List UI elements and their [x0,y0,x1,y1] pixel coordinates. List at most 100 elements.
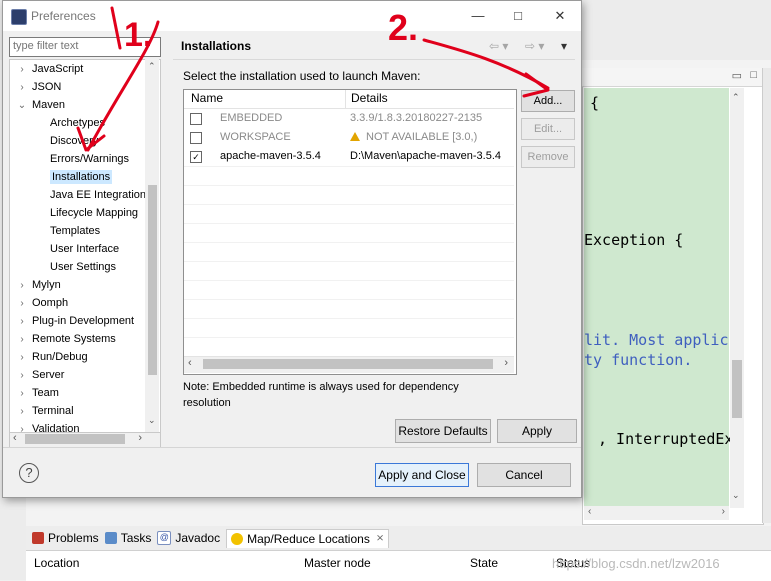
installation-checkbox[interactable]: ✓ [190,151,202,163]
tree-item[interactable]: › Team [16,384,59,402]
forward-arrow-icon[interactable]: ⇨ ▾ [525,39,544,53]
chevron-right-icon[interactable]: › [16,295,28,313]
tree-item[interactable]: › Terminal [16,402,73,421]
tree-item[interactable]: Installations [50,168,113,186]
preference-tree[interactable]: › JavaScript › JSON ⌄ Maven Archetypes Discover… [9,59,161,434]
tree-scroll-thumb[interactable] [148,185,157,375]
apply-button[interactable]: Apply [497,419,577,443]
installation-details-cell: D:\Maven\apache-maven-3.5.4 [350,150,501,162]
scroll-left-icon[interactable]: ‹ [188,357,192,369]
edit-button[interactable]: Edit... [521,118,575,140]
chevron-down-icon[interactable]: ⌄ [16,97,28,115]
chevron-right-icon[interactable]: › [16,349,28,367]
tab-tasks[interactable]: Tasks [104,531,152,545]
tree-item-label: Errors/Warnings [50,153,130,165]
column-location[interactable]: Location [34,556,79,570]
minimize-icon[interactable]: — [469,7,487,25]
chevron-right-icon[interactable]: › [16,313,28,331]
editor-vertical-scrollbar[interactable]: ⌃ ⌄ [730,88,744,508]
warning-icon [350,132,360,141]
editor-scroll-thumb[interactable] [732,360,742,418]
filter-input[interactable] [10,38,160,54]
table-gridline [184,280,514,281]
close-icon[interactable]: ✕ [551,7,569,25]
remove-button[interactable]: Remove [521,146,575,168]
scroll-up-icon[interactable]: ⌃ [148,61,156,72]
maximize-icon[interactable]: □ [509,7,527,25]
chevron-right-icon[interactable]: › [16,331,28,349]
back-arrow-icon[interactable]: ⇦ ▾ [489,39,508,53]
tree-item[interactable]: Discovery [50,132,98,150]
column-state[interactable]: State [470,556,498,570]
table-gridline [184,185,514,186]
editor-horizontal-scrollbar[interactable]: ‹ › [584,506,729,520]
tree-item[interactable]: User Interface [50,240,119,258]
help-icon[interactable]: ? [19,463,39,483]
filter-box[interactable] [9,37,161,57]
view-menu-icon[interactable]: ▾ [561,39,567,53]
restore-defaults-button[interactable]: Restore Defaults [395,419,491,443]
apply-and-close-button[interactable]: Apply and Close [375,463,469,487]
column-name[interactable]: Name [191,91,223,105]
scroll-down-icon[interactable]: ⌄ [732,490,740,501]
minimize-icon[interactable]: ▭ [732,69,742,82]
tab-label: Map/Reduce Locations [247,531,370,546]
tree-item[interactable]: ⌄ Maven [16,96,65,114]
scroll-left-icon[interactable]: ‹ [588,506,591,517]
scroll-down-icon[interactable]: ⌄ [148,415,156,426]
table-row[interactable]: EMBEDDED 3.3.9/1.8.3.20180227-2135 [184,109,514,128]
table-scroll-thumb[interactable] [203,359,493,369]
scroll-left-icon[interactable]: ‹ [13,432,17,444]
editor-text-area[interactable]: { Exception { lit. Most applic ty functi… [584,88,743,508]
chevron-right-icon[interactable]: › [16,403,28,421]
tab-problems[interactable]: Problems [32,531,99,545]
scroll-up-icon[interactable]: ⌃ [732,92,740,103]
column-master-node[interactable]: Master node [304,556,371,570]
tab-javadoc[interactable]: @ Javadoc [157,531,220,545]
scroll-right-icon[interactable]: › [138,432,142,444]
scroll-right-icon[interactable]: › [722,506,725,517]
tree-item[interactable]: › JSON [16,78,61,96]
tree-item[interactable]: › Mylyn [16,276,60,295]
tree-item[interactable]: User Settings [50,258,116,276]
tree-hscroll-thumb[interactable] [25,434,125,444]
tree-item[interactable]: Errors/Warnings [50,150,129,168]
title-bar[interactable]: Preferences — □ ✕ [3,1,581,31]
chevron-right-icon[interactable]: › [16,277,28,295]
page-description: Select the installation used to launch M… [183,69,421,83]
tree-item[interactable]: Archetypes [50,114,105,132]
tree-item[interactable]: › JavaScript [16,60,83,78]
column-details[interactable]: Details [351,91,388,105]
tab-label: Javadoc [175,531,221,545]
tree-item[interactable]: Templates [50,222,100,240]
tree-item[interactable]: › Run/Debug [16,348,87,367]
code-line: , InterruptedExc [598,430,743,448]
close-icon[interactable]: ⨯ [376,533,384,544]
tree-item[interactable]: › Server [16,366,64,384]
tab-map-reduce-locations[interactable]: Map/Reduce Locations ⨯ [226,528,390,548]
table-row[interactable]: WORKSPACE NOT AVAILABLE [3.0,) [184,128,514,147]
tree-item[interactable]: Java EE Integration [50,186,146,204]
tree-item-label: Archetypes [50,117,106,129]
tree-item[interactable]: › Plug-in Development [16,312,134,330]
chevron-right-icon[interactable]: › [16,61,28,79]
chevron-right-icon[interactable]: › [16,385,28,403]
table-gridline [184,337,514,338]
installation-checkbox[interactable] [190,113,202,125]
table-gridline [184,204,514,205]
tree-item[interactable]: › Oomph [16,294,68,312]
tree-item[interactable]: › Remote Systems [16,330,115,349]
table-row[interactable]: ✓ apache-maven-3.5.4 D:\Maven\apache-maven… [184,147,514,166]
maximize-icon[interactable]: □ [750,69,757,81]
add-button[interactable]: Add... [521,90,575,112]
chevron-right-icon[interactable]: › [16,79,28,97]
tab-label: Tasks [120,531,152,545]
scroll-right-icon[interactable]: › [504,357,508,369]
tree-item-label: Server [32,369,65,381]
tree-item[interactable]: Lifecycle Mapping [50,204,138,222]
watermark: https://blog.csdn.net/lzw2016 [552,556,720,571]
cancel-button[interactable]: Cancel [477,463,571,487]
chevron-right-icon[interactable]: › [16,367,28,385]
installation-checkbox[interactable] [190,132,202,144]
code-line: Exception { [584,231,684,249]
